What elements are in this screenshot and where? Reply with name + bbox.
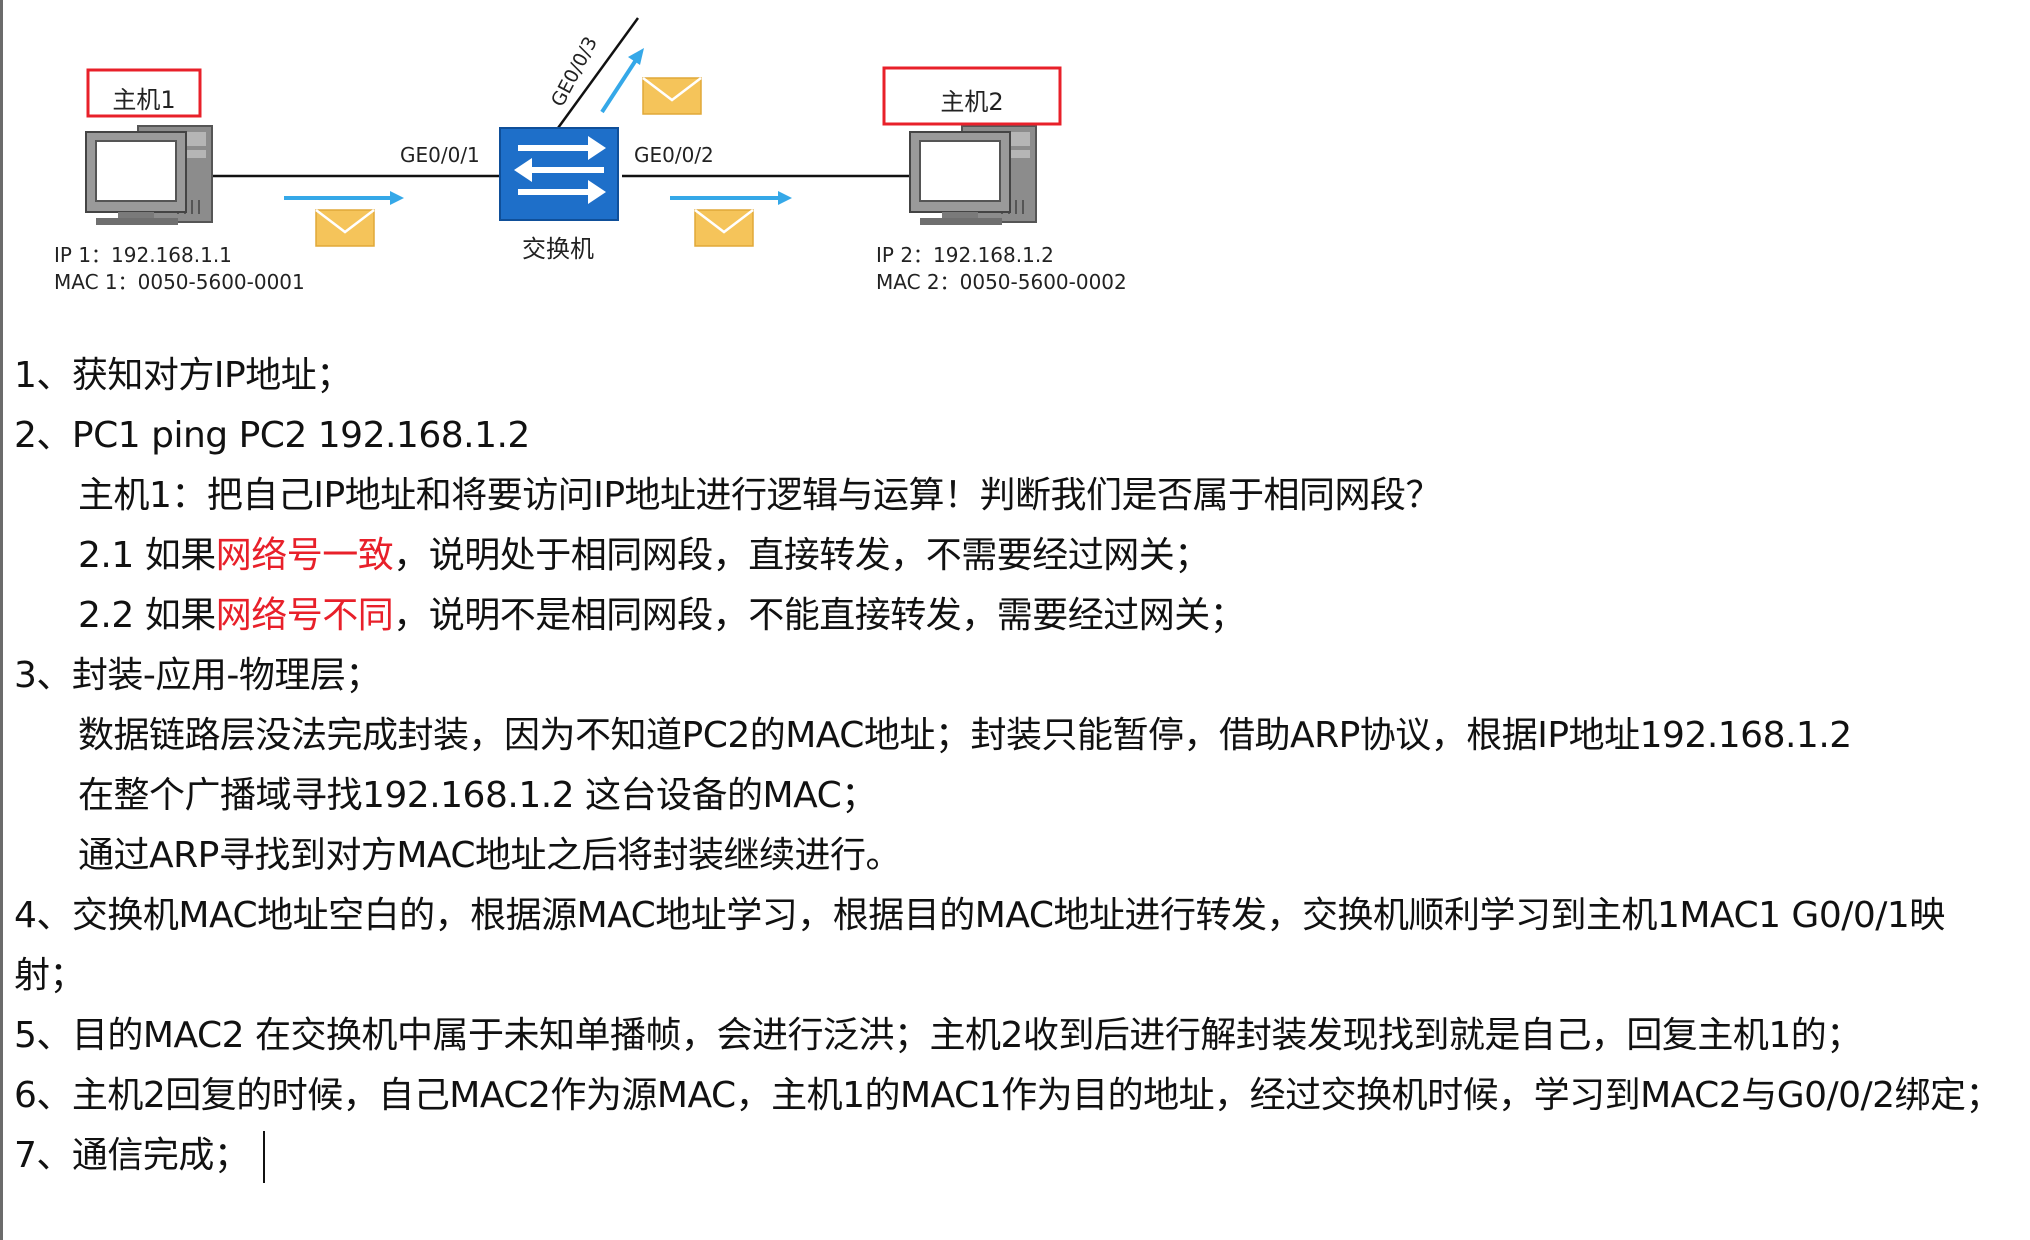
host2-mac: MAC 2：0050-5600-0002 bbox=[876, 270, 1127, 294]
envelope-icon bbox=[642, 77, 702, 115]
note-line-5-post: ，说明不是相同网段，不能直接转发，需要经过网关； bbox=[393, 595, 1246, 636]
notes-document: 1、获知对方IP地址； 2、PC1 ping PC2 192.168.1.2 主… bbox=[14, 346, 2024, 1186]
port-label-ge003: GE0/0/3 bbox=[547, 33, 602, 110]
host1-mac: MAC 1：0050-5600-0001 bbox=[54, 270, 305, 294]
envelope-icon bbox=[315, 209, 375, 247]
arrow-right-icon bbox=[284, 191, 404, 205]
note-line-10: 4、交换机MAC地址空白的，根据源MAC地址学习，根据目的MAC地址进行转发，交… bbox=[14, 895, 1945, 936]
note-line-4-pre: 2.1 如果 bbox=[78, 535, 216, 576]
note-line-14[interactable]: 7、通信完成； bbox=[14, 1126, 2024, 1186]
host2-computer-icon bbox=[909, 125, 1037, 225]
note-line-13: 6、主机2回复的时候，自己MAC2作为源MAC，主机1的MAC1作为目的地址，经… bbox=[14, 1075, 2002, 1116]
host1-ip: IP 1：192.168.1.1 bbox=[54, 243, 232, 267]
note-line-1: 1、获知对方IP地址； bbox=[14, 355, 352, 396]
note-line-8: 在整个广播域寻找192.168.1.2 这台设备的MAC； bbox=[78, 775, 877, 816]
switch-icon bbox=[499, 127, 619, 221]
note-line-5-pre: 2.2 如果 bbox=[78, 595, 216, 636]
left-border bbox=[0, 0, 3, 1240]
host1-label: 主机1 bbox=[112, 86, 175, 114]
host2-ip: IP 2：192.168.1.2 bbox=[876, 243, 1054, 267]
note-line-4: 2.1 如果网络号一致，说明处于相同网段，直接转发，不需要经过网关； bbox=[14, 526, 2024, 586]
note-line-6: 3、封装-应用-物理层； bbox=[14, 655, 381, 696]
arrow-right-icon bbox=[670, 191, 792, 205]
switch-label: 交换机 bbox=[522, 235, 594, 263]
note-line-7: 数据链路层没法完成封装，因为不知道PC2的MAC地址；封装只能暂停，借助ARP协… bbox=[78, 715, 1852, 756]
envelope-icon bbox=[694, 209, 754, 247]
note-line-4-post: ，说明处于相同网段，直接转发，不需要经过网关； bbox=[393, 535, 1210, 576]
note-line-5-highlight: 网络号不同 bbox=[215, 595, 394, 636]
note-line-12: 5、目的MAC2 在交换机中属于未知单播帧，会进行泛洪；主机2收到后进行解封装发… bbox=[14, 1015, 1862, 1056]
host2-label: 主机2 bbox=[940, 88, 1003, 116]
network-diagram: 主机1 IP 1：192.168.1.1 MAC 1：0050-5600-000… bbox=[54, 17, 1127, 294]
text-cursor bbox=[263, 1131, 266, 1183]
note-line-5: 2.2 如果网络号不同，说明不是相同网段，不能直接转发，需要经过网关； bbox=[14, 586, 2024, 646]
port-label-ge001: GE0/0/1 bbox=[400, 143, 480, 167]
note-line-14-text: 7、通信完成； bbox=[14, 1135, 250, 1176]
note-line-11: 射； bbox=[14, 955, 86, 996]
port-label-ge002: GE0/0/2 bbox=[634, 143, 714, 167]
host1-computer-icon bbox=[85, 125, 213, 225]
note-line-9: 通过ARP寻找到对方MAC地址之后将封装继续进行。 bbox=[78, 835, 902, 876]
note-line-4-highlight: 网络号一致 bbox=[215, 535, 394, 576]
note-line-3: 主机1：把自己IP地址和将要访问IP地址进行逻辑与运算！判断我们是否属于相同网段… bbox=[78, 475, 1442, 516]
note-line-2: 2、PC1 ping PC2 192.168.1.2 bbox=[14, 415, 530, 456]
